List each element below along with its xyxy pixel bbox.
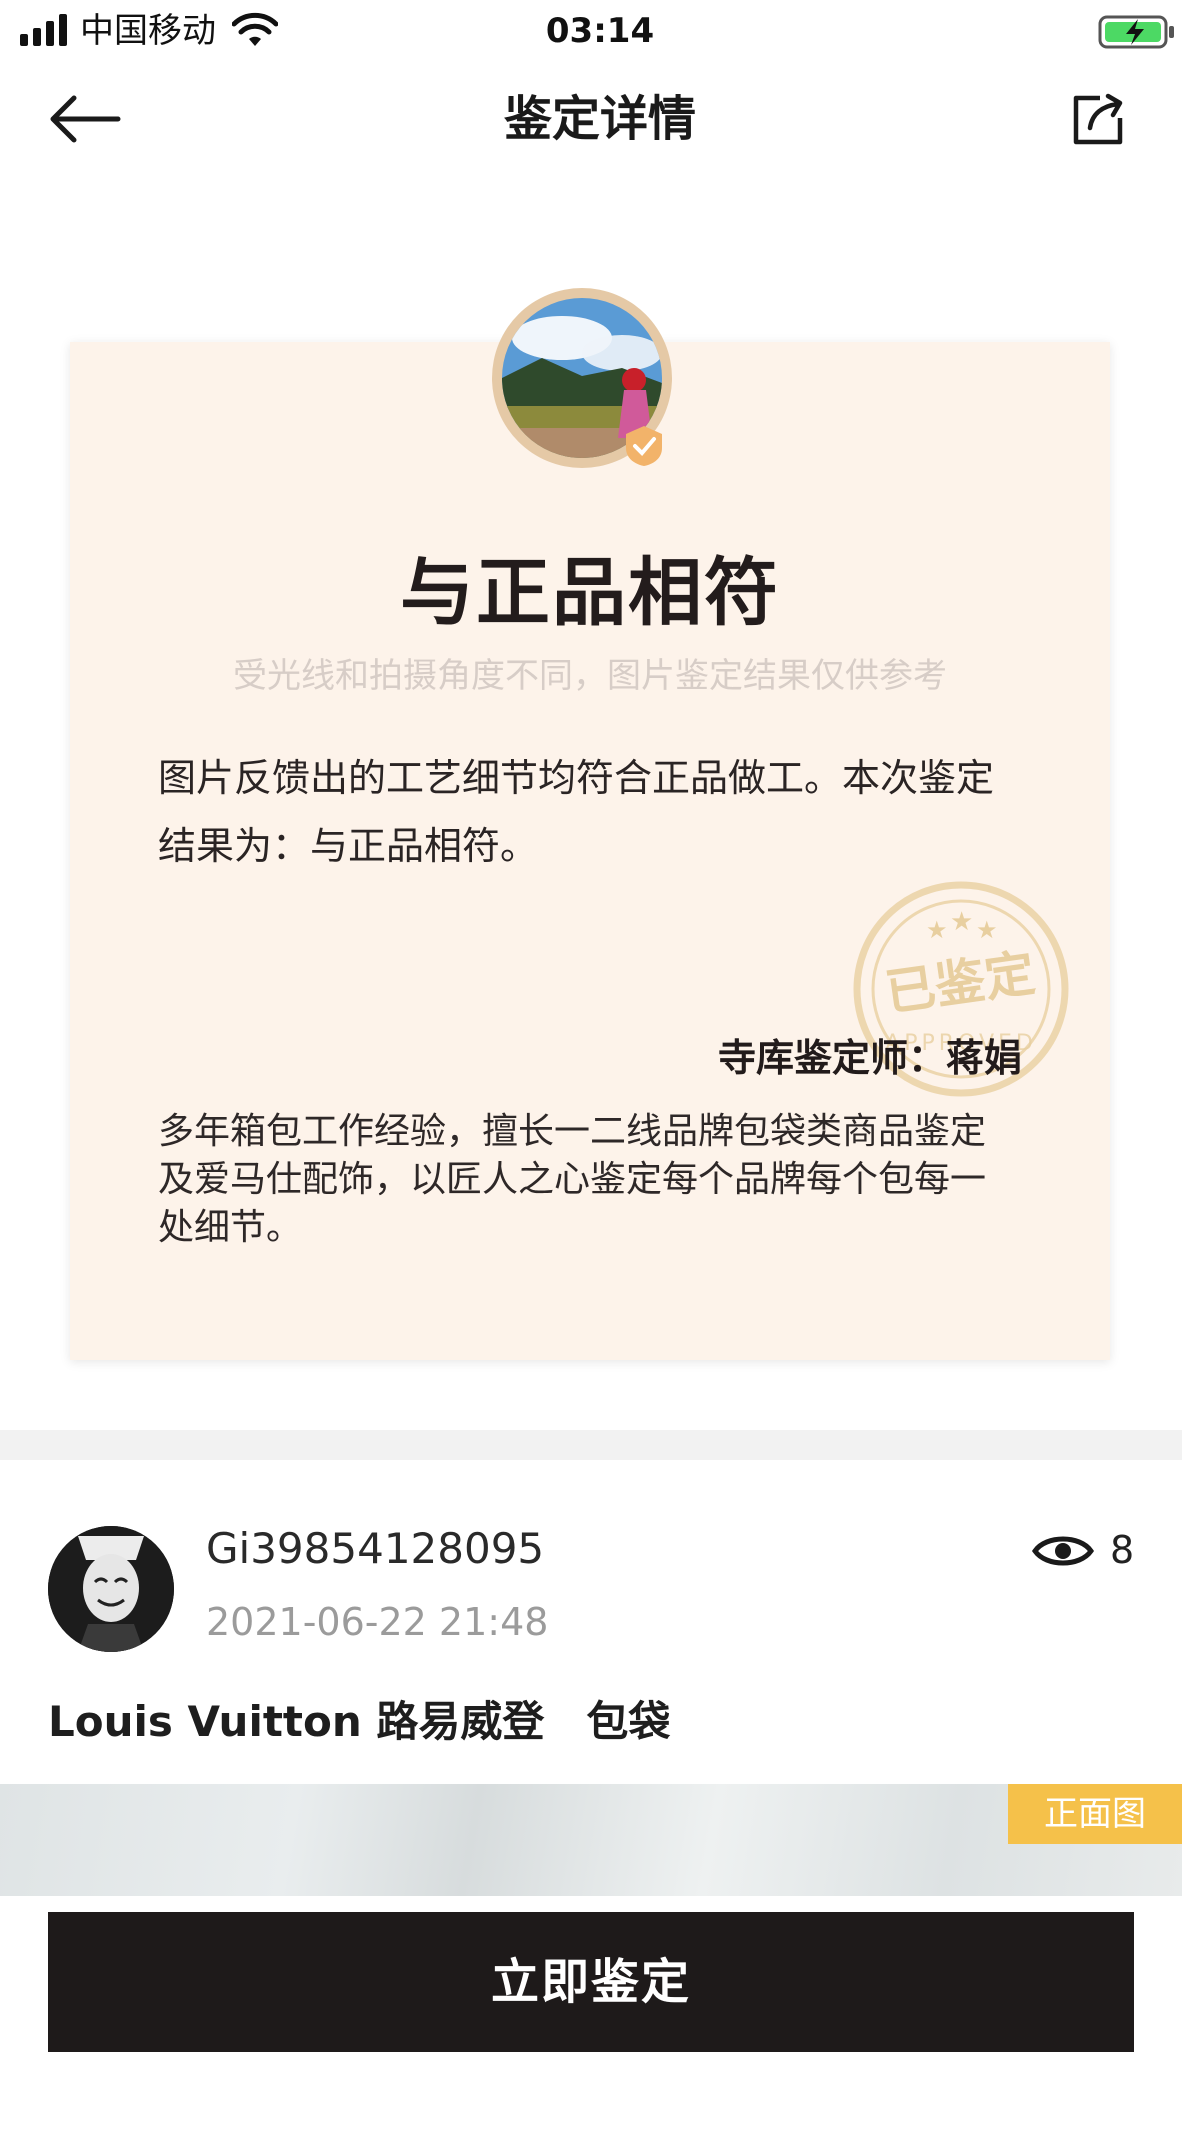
appraiser-name: 寺库鉴定师：蒋娟	[717, 1036, 1022, 1080]
cellular-signal-icon	[20, 14, 67, 46]
page-title: 鉴定详情	[503, 91, 696, 147]
view-count: 8	[1110, 1528, 1135, 1572]
appraisal-result: 与正品相符	[400, 550, 780, 636]
svg-text:★: ★	[950, 907, 973, 937]
battery-charging-icon	[1098, 15, 1174, 49]
appraisal-description: 图片反馈出的工艺细节均符合正品做工。本次鉴定结果为：与正品相符。	[158, 756, 995, 868]
seal-text: 已鉴定	[882, 944, 1039, 1022]
photo-tag: 正面图	[1008, 1784, 1182, 1844]
username[interactable]: Gi39854128095	[206, 1520, 544, 1578]
wifi-icon	[232, 12, 278, 46]
verified-badge-icon	[626, 426, 662, 466]
appraise-now-button[interactable]: 立即鉴定	[48, 1912, 1134, 2052]
status-bar: 中国移动 03:14	[0, 0, 1200, 62]
user-avatar[interactable]	[48, 1526, 174, 1652]
svg-text:★: ★	[926, 916, 948, 944]
clock-time: 03:14	[545, 11, 655, 51]
share-icon[interactable]	[1070, 92, 1126, 148]
brand-category: Louis Vuitton 路易威登 包袋	[48, 1697, 671, 1746]
product-photo[interactable]	[0, 1784, 1182, 1896]
post-timestamp: 2021-06-22 21:48	[206, 1600, 549, 1644]
back-arrow-icon[interactable]	[48, 94, 122, 144]
reference-notice: 受光线和拍摄角度不同，图片鉴定结果仅供参考	[233, 656, 947, 696]
eye-icon	[1032, 1536, 1094, 1566]
carrier-name: 中国移动	[80, 11, 216, 51]
svg-text:★: ★	[976, 916, 998, 944]
section-divider	[0, 1430, 1182, 1460]
appraiser-bio: 多年箱包工作经验，擅长一二线品牌包袋类商品鉴定及爱马仕配饰，以匠人之心鉴定每个品…	[158, 1111, 987, 1248]
